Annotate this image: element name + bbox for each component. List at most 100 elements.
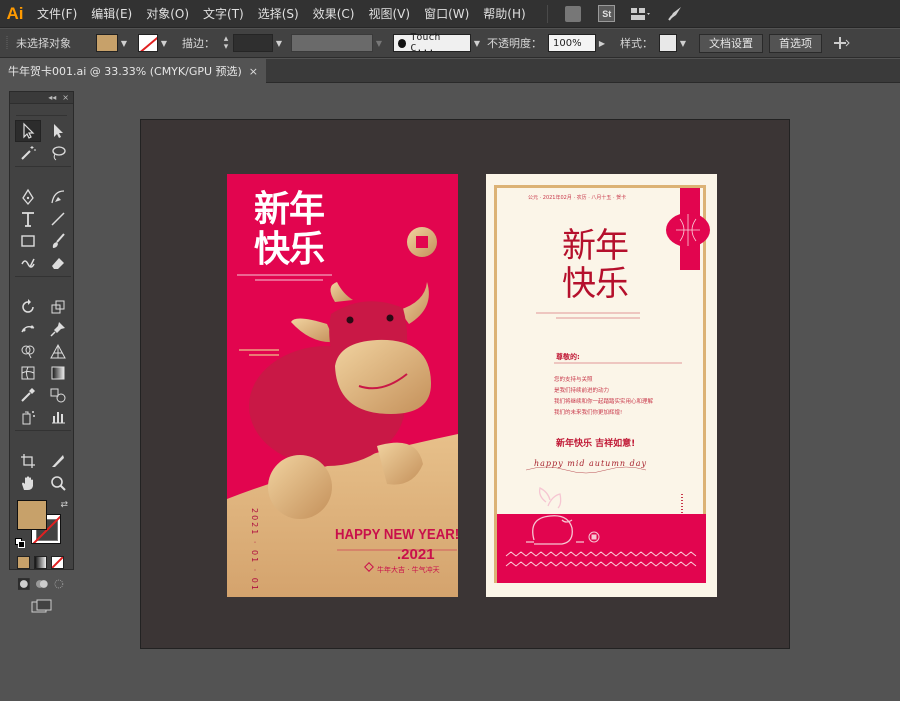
type-tool[interactable] bbox=[15, 208, 41, 230]
gpu-performance-button[interactable] bbox=[664, 3, 686, 25]
bridge-button[interactable] bbox=[562, 3, 584, 25]
hand-icon bbox=[22, 476, 33, 490]
chevron-down-icon[interactable]: ▼ bbox=[471, 39, 483, 48]
eyedropper-tool[interactable] bbox=[15, 384, 41, 406]
rocket-icon bbox=[667, 6, 681, 21]
type-icon bbox=[22, 212, 34, 227]
line-tool[interactable] bbox=[45, 208, 71, 230]
magic-wand-icon bbox=[21, 146, 36, 160]
column-graph-icon bbox=[52, 412, 65, 424]
draw-behind-icon[interactable] bbox=[35, 577, 49, 591]
direct-selection-icon bbox=[54, 124, 63, 138]
chevron-down-icon[interactable]: ▼ bbox=[118, 39, 130, 48]
brush-definition-dropdown[interactable]: Touch C... bbox=[393, 32, 471, 54]
arrange-documents-icon[interactable] bbox=[831, 34, 851, 52]
document-setup-button[interactable]: 文档设置 bbox=[699, 33, 763, 53]
gradient-mode-icon[interactable] bbox=[34, 556, 47, 569]
close-icon[interactable]: × bbox=[62, 93, 69, 102]
cream-card-salutation: 尊敬的: bbox=[556, 353, 580, 361]
blend-tool[interactable] bbox=[45, 384, 71, 406]
menu-window[interactable]: 窗口(W) bbox=[417, 0, 476, 28]
default-colors-icon[interactable] bbox=[15, 538, 25, 548]
rectangle-tool[interactable] bbox=[15, 230, 41, 252]
artboard-tool[interactable] bbox=[15, 450, 41, 472]
tool-divider bbox=[15, 166, 71, 170]
opacity-input[interactable]: 100% bbox=[548, 34, 596, 52]
screen-mode-icon[interactable] bbox=[31, 599, 53, 613]
menu-help[interactable]: 帮助(H) bbox=[476, 0, 532, 28]
opacity-label[interactable]: 不透明度： bbox=[483, 35, 548, 51]
menu-type[interactable]: 文字(T) bbox=[196, 0, 251, 28]
gradient-tool[interactable] bbox=[45, 362, 71, 384]
chevron-down-icon[interactable]: ▼ bbox=[158, 39, 170, 48]
paintbrush-tool[interactable] bbox=[45, 230, 71, 252]
graphic-style-swatch[interactable] bbox=[659, 34, 677, 52]
shaper-icon bbox=[21, 258, 35, 268]
chevron-right-icon[interactable]: ▶ bbox=[596, 39, 608, 48]
paintbrush-icon bbox=[52, 233, 65, 248]
perspective-grid-tool[interactable] bbox=[45, 340, 71, 362]
shape-builder-tool[interactable] bbox=[15, 340, 41, 362]
chevron-down-icon[interactable]: ▼ bbox=[677, 39, 689, 48]
swap-fill-stroke-icon[interactable]: ⇄ bbox=[60, 500, 68, 510]
menu-edit[interactable]: 编辑(E) bbox=[84, 0, 139, 28]
hand-tool[interactable] bbox=[15, 472, 41, 494]
selection-tool[interactable] bbox=[15, 120, 41, 142]
shape-builder-icon bbox=[21, 345, 35, 359]
fill-stroke-widget: ⇄ bbox=[15, 500, 70, 552]
color-mode-icon[interactable] bbox=[17, 556, 30, 569]
cream-card-body-line: 您的支持与关照 bbox=[554, 377, 593, 383]
menu-object[interactable]: 对象(O) bbox=[139, 0, 196, 28]
gradient-icon bbox=[51, 366, 65, 380]
menu-view[interactable]: 视图(V) bbox=[361, 0, 417, 28]
shaper-tool[interactable] bbox=[15, 252, 41, 274]
scale-tool[interactable] bbox=[45, 296, 71, 318]
zoom-tool[interactable] bbox=[45, 472, 71, 494]
red-card-title-line1: 新年 bbox=[254, 189, 325, 230]
fill-swatch[interactable] bbox=[96, 34, 118, 52]
direct-selection-tool[interactable] bbox=[45, 120, 71, 142]
menu-effect[interactable]: 效果(C) bbox=[306, 0, 362, 28]
draw-normal-icon[interactable] bbox=[17, 577, 31, 591]
puppet-warp-tool[interactable] bbox=[15, 318, 41, 340]
fill-color-box[interactable] bbox=[17, 500, 47, 530]
stroke-weight-stepper[interactable]: ▴ ▾ bbox=[221, 35, 231, 52]
style-label: 样式： bbox=[620, 37, 653, 50]
pin-tool[interactable] bbox=[45, 318, 71, 340]
red-greeting-card[interactable]: 新年 快乐 2021 · 01 · 01 HAPPY NEW YEAR! .20… bbox=[227, 174, 458, 597]
chevron-down-icon[interactable]: ▼ bbox=[273, 39, 285, 48]
menu-select[interactable]: 选择(S) bbox=[251, 0, 306, 28]
close-icon[interactable]: × bbox=[249, 65, 258, 78]
lasso-tool[interactable] bbox=[45, 142, 71, 164]
rotate-tool[interactable] bbox=[15, 296, 41, 318]
slice-knife-icon bbox=[52, 455, 64, 467]
panel-grip[interactable] bbox=[16, 106, 67, 116]
slice-tool[interactable] bbox=[45, 450, 71, 472]
chevron-down-icon[interactable]: ▼ bbox=[373, 39, 385, 48]
menu-file[interactable]: 文件(F) bbox=[30, 0, 84, 28]
stroke-weight-input[interactable] bbox=[233, 34, 273, 52]
eraser-tool[interactable] bbox=[45, 252, 71, 274]
symbol-sprayer-tool[interactable] bbox=[15, 406, 41, 428]
pen-tool[interactable] bbox=[15, 186, 41, 208]
draw-inside-icon[interactable] bbox=[52, 577, 66, 591]
document-tab[interactable]: 牛年贺卡001.ai @ 33.33% (CMYK/GPU 预选) × bbox=[0, 59, 266, 83]
collapse-icon[interactable]: ◂◂ bbox=[48, 93, 56, 102]
magic-wand-tool[interactable] bbox=[15, 142, 41, 164]
curvature-tool[interactable] bbox=[45, 186, 71, 208]
tools-panel: ◂◂ × ⇄ bbox=[9, 91, 74, 613]
column-graph-tool[interactable] bbox=[45, 406, 71, 428]
stroke-swatch[interactable] bbox=[138, 34, 158, 52]
stroke-label: 描边： bbox=[182, 37, 215, 50]
selection-arrow-icon bbox=[23, 122, 35, 139]
red-card-footer: 牛年大吉 · 牛气冲天 bbox=[377, 566, 440, 574]
stock-button[interactable]: St bbox=[596, 3, 618, 25]
cream-card-body-line: 是我们持续前进的动力 bbox=[554, 388, 610, 394]
mesh-tool[interactable] bbox=[15, 362, 41, 384]
cream-card-body-line: 我们将继续和你一起踏踏实实用心和理解 bbox=[554, 399, 654, 405]
none-mode-icon[interactable] bbox=[51, 556, 64, 569]
preferences-button[interactable]: 首选项 bbox=[769, 33, 822, 53]
workspace-switcher[interactable] bbox=[630, 3, 652, 25]
variable-width-profile[interactable] bbox=[291, 34, 373, 52]
cream-greeting-card[interactable]: 公元 · 2021年02月 · 农历 · 八月十五 · 贺卡 新年 快乐 尊敬的… bbox=[486, 174, 717, 597]
